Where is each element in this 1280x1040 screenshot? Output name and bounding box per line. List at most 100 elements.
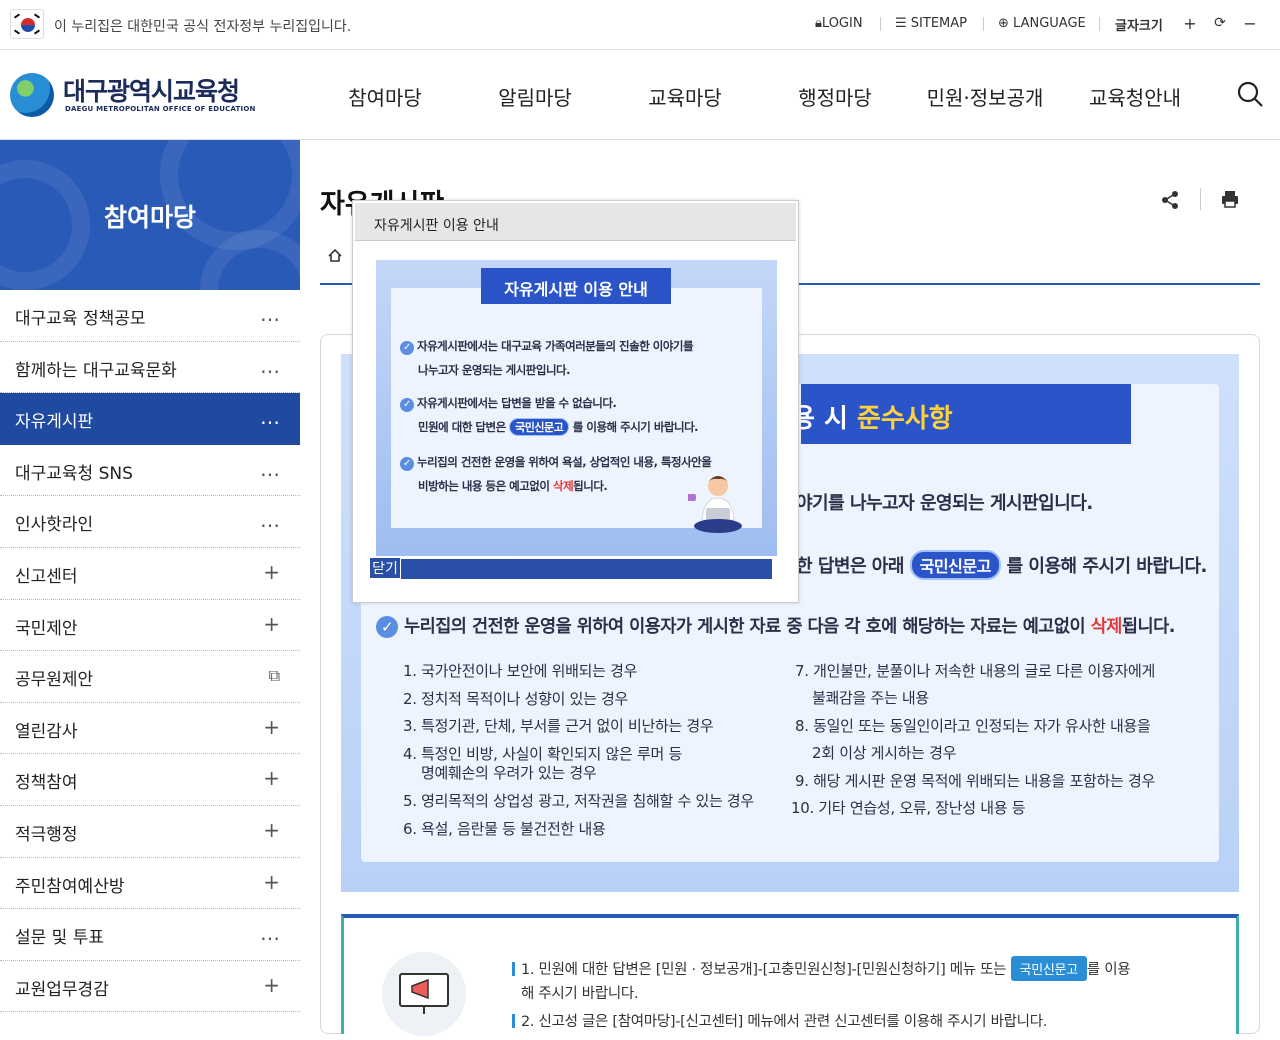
menu-icon: ☰: [895, 16, 911, 31]
rule-item: 4. 특정인 비방, 사실이 확인되지 않은 루머 등: [403, 745, 682, 763]
korea-flag-icon: [10, 9, 44, 39]
sidebar-item-free-board[interactable]: 자유게시판 …: [0, 393, 300, 445]
sidebar-item-culture[interactable]: 함께하는 대구교육문화 …: [0, 342, 300, 394]
megaphone-icon: [382, 952, 466, 1036]
nav-participation[interactable]: 참여마당: [315, 82, 455, 111]
globe-logo-icon: [10, 73, 54, 117]
popup-line: ✓ 자유게시판에서는 답변을 받을 수 없습니다.: [400, 395, 617, 412]
sitemap-label: SITEMAP: [910, 16, 967, 31]
sidebar-item-label: 정책참여: [15, 773, 78, 794]
print-icon[interactable]: [1221, 190, 1239, 208]
font-size-label: 글자크기: [1115, 19, 1163, 34]
sidebar-menu: 대구교육 정책공모 … 함께하는 대구교육문화 … 자유게시판 … 대구교육청 SNS…: [0, 290, 300, 1013]
plus-icon: +: [263, 817, 280, 842]
language-link[interactable]: ⊕ LANGUAGE: [998, 16, 1086, 31]
sidebar-header: 참여마당: [0, 140, 300, 290]
nav-notice[interactable]: 알림마당: [465, 82, 605, 111]
popup-line: ✓ 누리집의 건전한 운영을 위하여 욕설, 상업적인 내용, 특정사안을: [400, 454, 712, 471]
sidebar-item-label: 자유게시판: [15, 412, 94, 433]
logo-title: 대구광역시교육청: [63, 77, 240, 106]
sidebar-item-label: 주민참여예산방: [15, 876, 125, 897]
sidebar-item-label: 신고센터: [15, 566, 78, 587]
font-reset-button[interactable]: ⟳: [1210, 15, 1230, 31]
sidebar-title: 참여마당: [103, 203, 196, 232]
sidebar-item-proactive-admin[interactable]: 적극행정 +: [0, 806, 300, 858]
nav-civil-info[interactable]: 민원·정보공개: [915, 82, 1055, 111]
more-icon: …: [260, 302, 280, 326]
sidebar-item-survey-vote[interactable]: 설문 및 투표…: [0, 909, 300, 961]
rule-item: 1. 국가안전이나 보안에 위배되는 경우: [403, 662, 638, 680]
plus-icon: +: [263, 611, 280, 636]
sidebar-item-label: 인사핫라인: [15, 515, 94, 536]
nav-about[interactable]: 교육청안내: [1065, 82, 1205, 111]
sidebar-item-official-proposal[interactable]: 공무원제안 ⧉: [0, 651, 300, 703]
plus-icon: +: [263, 766, 280, 791]
banner-line-3: ✓ 누리집의 건전한 운영을 위하여 이용자가 게시한 자료 중 다음 각 호에 …: [376, 613, 1175, 638]
site-header: 대구광역시교육청 DAEGU METROPOLITAN OFFICE OF ED…: [0, 50, 1280, 140]
person-laptop-icon: [688, 476, 742, 533]
info-line-1b: 해 주시기 바랍니다.: [521, 986, 639, 1002]
sidebar-item-report-center[interactable]: 신고센터 +: [0, 548, 300, 600]
home-icon[interactable]: [320, 240, 350, 272]
nav-education[interactable]: 교육마당: [615, 82, 755, 111]
line3-post: 됩니다.: [1121, 617, 1175, 637]
search-icon[interactable]: [1236, 80, 1264, 108]
sinmungo-pill: 국민신문고: [909, 550, 1001, 580]
info-line-2: 2. 신고성 글은 [참여마당]-[신고센터] 메뉴에서 관련 신고센터를 이용…: [512, 1010, 1047, 1031]
line3-red: 삭제: [1090, 617, 1123, 637]
line2-pre: 한 답변은 아래: [796, 556, 904, 577]
more-icon: …: [260, 353, 280, 378]
rule-item: 5. 영리목적의 상업성 광고, 저작권을 침해할 수 있는 경우: [403, 792, 754, 810]
sinmungo-link[interactable]: 국민신문고: [1010, 956, 1087, 981]
popup-close-button[interactable]: 닫기: [369, 557, 401, 579]
share-icon[interactable]: [1160, 190, 1180, 210]
popup-l2a: 자유게시판에서는 답변을 받을 수 없습니다.: [417, 396, 617, 410]
check-icon: ✓: [400, 341, 414, 355]
popup-line: 비방하는 내용 등은 예고없이 삭제됩니다.: [418, 478, 608, 494]
banner-line-1: 야기를 나누고자 운영되는 게시판입니다.: [796, 493, 1093, 514]
lock-icon: 🔒︎: [815, 16, 822, 31]
sidebar-item-label: 함께하는 대구교육문화: [15, 360, 177, 381]
popup-ribbon: 자유게시판 이용 안내: [459, 268, 693, 310]
sidebar-item-citizen-proposal[interactable]: 국민제안 +: [0, 600, 300, 652]
sidebar-item-open-audit[interactable]: 열린감사 +: [0, 703, 300, 755]
sitemap-link[interactable]: ☰ SITEMAP: [895, 16, 967, 31]
line2-post: 를 이용해 주시기 바랍니다.: [1006, 556, 1208, 577]
sidebar-item-policy-contest[interactable]: 대구교육 정책공모…: [0, 290, 300, 342]
info-line1-post: 를 이용: [1086, 962, 1131, 978]
rule-item: 불쾌감을 주는 내용: [812, 689, 929, 707]
ribbon-highlight: 준수사항: [856, 404, 953, 434]
guide-popup: 자유게시판 이용 안내 자유게시판 이용 안내 ✓ 자유게시판에서는 대구교육 가…: [352, 200, 799, 603]
plus-icon: +: [263, 869, 280, 894]
info-line2-text: 2. 신고성 글은 [참여마당]-[신고센터] 메뉴에서 관련 신고센터를 이용…: [521, 1014, 1048, 1030]
sidebar-item-label: 국민제안: [15, 618, 78, 639]
popup-line: ✓ 자유게시판에서는 대구교육 가족여러분들의 진솔한 이야기를: [400, 338, 694, 355]
sidebar-item-label: 공무원제안: [15, 670, 94, 691]
more-icon: …: [260, 456, 280, 481]
rule-item: 명예훼손의 우려가 있는 경우: [421, 764, 597, 782]
sidebar-item-policy-participation[interactable]: 정책참여 +: [0, 754, 300, 806]
banner-ribbon: 용 시 준수사항: [791, 384, 1131, 444]
popup-l2b-pre: 민원에 대한 답변은: [418, 420, 506, 434]
banner-line-2: 한 답변은 아래 국민신문고 를 이용해 주시기 바랍니다.: [796, 550, 1207, 580]
sidebar-item-teacher-workload[interactable]: 교원업무경감 +: [0, 961, 300, 1013]
plus-icon: +: [263, 714, 280, 739]
more-icon: …: [260, 921, 280, 946]
nav-administration[interactable]: 행정마당: [765, 82, 905, 111]
external-link-icon: ⧉: [268, 666, 280, 686]
popup-footer-bar: [401, 559, 772, 579]
sidebar-item-sns[interactable]: 대구교육청 SNS…: [0, 445, 300, 497]
check-icon: ✓: [400, 398, 414, 412]
check-icon: ✓: [376, 616, 398, 638]
more-icon: …: [260, 405, 280, 430]
font-decrease-button[interactable]: −: [1240, 14, 1260, 33]
sidebar-item-citizen-budget[interactable]: 주민참여예산방 +: [0, 858, 300, 910]
popup-l3b-red: 삭제: [553, 479, 574, 493]
sidebar-item-label: 교원업무경감: [15, 979, 109, 1000]
sidebar-item-hr-hotline[interactable]: 인사핫라인…: [0, 496, 300, 548]
login-label: LOGIN: [821, 16, 863, 31]
gov-notice: 이 누리집은 대한민국 공식 전자정부 누리집입니다.: [54, 19, 352, 35]
font-increase-button[interactable]: +: [1180, 14, 1200, 33]
login-link[interactable]: 🔒︎LOGIN: [815, 16, 863, 31]
popup-sinmungo-pill: 국민신문고: [509, 418, 570, 436]
